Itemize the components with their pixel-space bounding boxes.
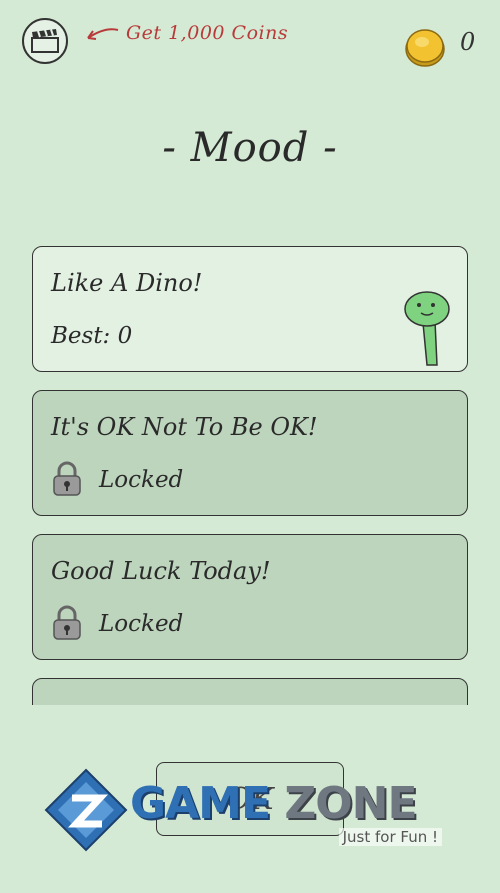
watermark-tagline: Just for Fun ! bbox=[338, 828, 442, 846]
lock-status: Locked bbox=[99, 611, 184, 637]
clapperboard-icon bbox=[31, 29, 59, 53]
lock-status: Locked bbox=[99, 467, 184, 493]
coin-count: 0 bbox=[460, 28, 476, 56]
game-zone-logo-icon bbox=[44, 768, 128, 852]
watermark-brand-zone: ZONE bbox=[284, 778, 417, 829]
mode-card-its-ok[interactable]: It's OK Not To Be OK! Locked bbox=[32, 390, 468, 516]
coin-icon bbox=[405, 29, 445, 67]
lock-icon bbox=[53, 605, 81, 640]
mode-list[interactable]: Like A Dino! Best: 0 It's OK Not To Be O… bbox=[0, 240, 500, 705]
page-title: - Mood - bbox=[162, 125, 338, 171]
watch-video-button[interactable] bbox=[22, 18, 68, 64]
watermark-brand-game: GAME bbox=[130, 778, 271, 829]
mode-card-like-a-dino[interactable]: Like A Dino! Best: 0 bbox=[32, 246, 468, 372]
dino-icon bbox=[404, 291, 450, 366]
watermark-brand: GAME ZONE bbox=[130, 778, 418, 829]
top-bar: Get 1,000 Coins 0 bbox=[0, 0, 500, 80]
arrow-icon bbox=[87, 28, 119, 40]
game-zone-watermark: GAME ZONE Just for Fun ! bbox=[44, 766, 454, 856]
best-score: Best: 0 bbox=[51, 323, 133, 349]
mode-title: It's OK Not To Be OK! bbox=[51, 413, 318, 441]
reward-text[interactable]: Get 1,000 Coins bbox=[126, 22, 288, 44]
mode-card-good-luck[interactable]: Good Luck Today! Locked bbox=[32, 534, 468, 660]
lock-icon bbox=[53, 461, 81, 496]
mode-card-partial[interactable] bbox=[32, 678, 468, 705]
mode-title: Good Luck Today! bbox=[51, 557, 271, 585]
mode-title: Like A Dino! bbox=[51, 269, 203, 297]
